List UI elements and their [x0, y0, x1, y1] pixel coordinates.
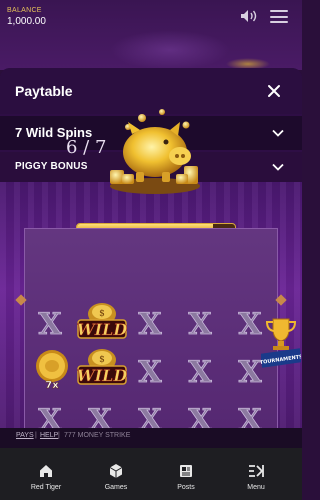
newspaper-icon	[180, 465, 192, 477]
wild-label: WILD	[77, 366, 128, 385]
chevron-down-icon	[272, 129, 284, 137]
balance-value: 1,000.00	[7, 16, 46, 27]
close-icon[interactable]	[265, 82, 283, 100]
wild-symbol: $ WILD	[76, 303, 128, 339]
x-symbol: X	[188, 307, 213, 341]
wild-label: WILD	[77, 320, 128, 339]
section-label: PIGGY BONUS	[15, 161, 88, 172]
cube-icon	[109, 464, 123, 478]
nav-label: Games	[104, 484, 128, 491]
x-symbol: X	[38, 307, 63, 341]
multiplier-label: 7x	[45, 380, 59, 391]
home-icon	[40, 465, 52, 477]
svg-text:X: X	[38, 307, 62, 341]
separator: |	[58, 432, 60, 439]
nav-label: Red Tiger	[30, 484, 62, 491]
nav-item-posts[interactable]: Posts	[156, 448, 216, 500]
chevron-down-icon	[272, 163, 284, 171]
nav-label: Menu	[247, 484, 265, 491]
svg-text:X: X	[238, 307, 262, 341]
svg-text:X: X	[238, 355, 262, 389]
background-glow	[110, 30, 230, 70]
panel-title: Paytable	[15, 83, 73, 99]
nav-item-games[interactable]: Games	[86, 448, 146, 500]
tournaments-button[interactable]: TOURNAMENTS	[261, 315, 301, 369]
x-symbol: X	[138, 355, 163, 389]
hamburger-menu-icon[interactable]	[270, 10, 288, 23]
svg-text:X: X	[138, 307, 162, 341]
svg-text:X: X	[138, 355, 162, 389]
help-link[interactable]: HELP	[40, 432, 58, 439]
multiplier-coin-symbol: 7x	[36, 350, 68, 391]
menu-icon	[249, 465, 264, 477]
game-name: 777 MONEY STRIKE	[64, 432, 131, 439]
footer-links: PAYS | HELP | 777 MONEY STRIKE	[0, 428, 302, 448]
svg-text:X: X	[188, 355, 212, 389]
svg-text:X: X	[188, 307, 212, 341]
x-symbol: X	[138, 307, 163, 341]
golden-piggy-bank-image	[110, 109, 200, 194]
nav-label: Posts	[177, 484, 195, 491]
wild-symbol: $ WILD	[76, 349, 128, 385]
game-topbar: BALANCE 1,000.00	[0, 0, 302, 70]
nav-item-menu[interactable]: Menu	[226, 448, 286, 500]
svg-text:$: $	[99, 309, 105, 319]
nav-item-red-tiger[interactable]: Red Tiger	[16, 448, 76, 500]
balance-label: BALANCE	[7, 7, 42, 14]
bottom-nav: Red Tiger Games Posts Menu	[0, 448, 302, 500]
separator: |	[35, 432, 37, 439]
x-symbol: X	[188, 355, 213, 389]
speaker-icon[interactable]	[240, 9, 258, 23]
pays-link[interactable]: PAYS	[16, 432, 34, 439]
svg-text:$: $	[99, 355, 105, 365]
